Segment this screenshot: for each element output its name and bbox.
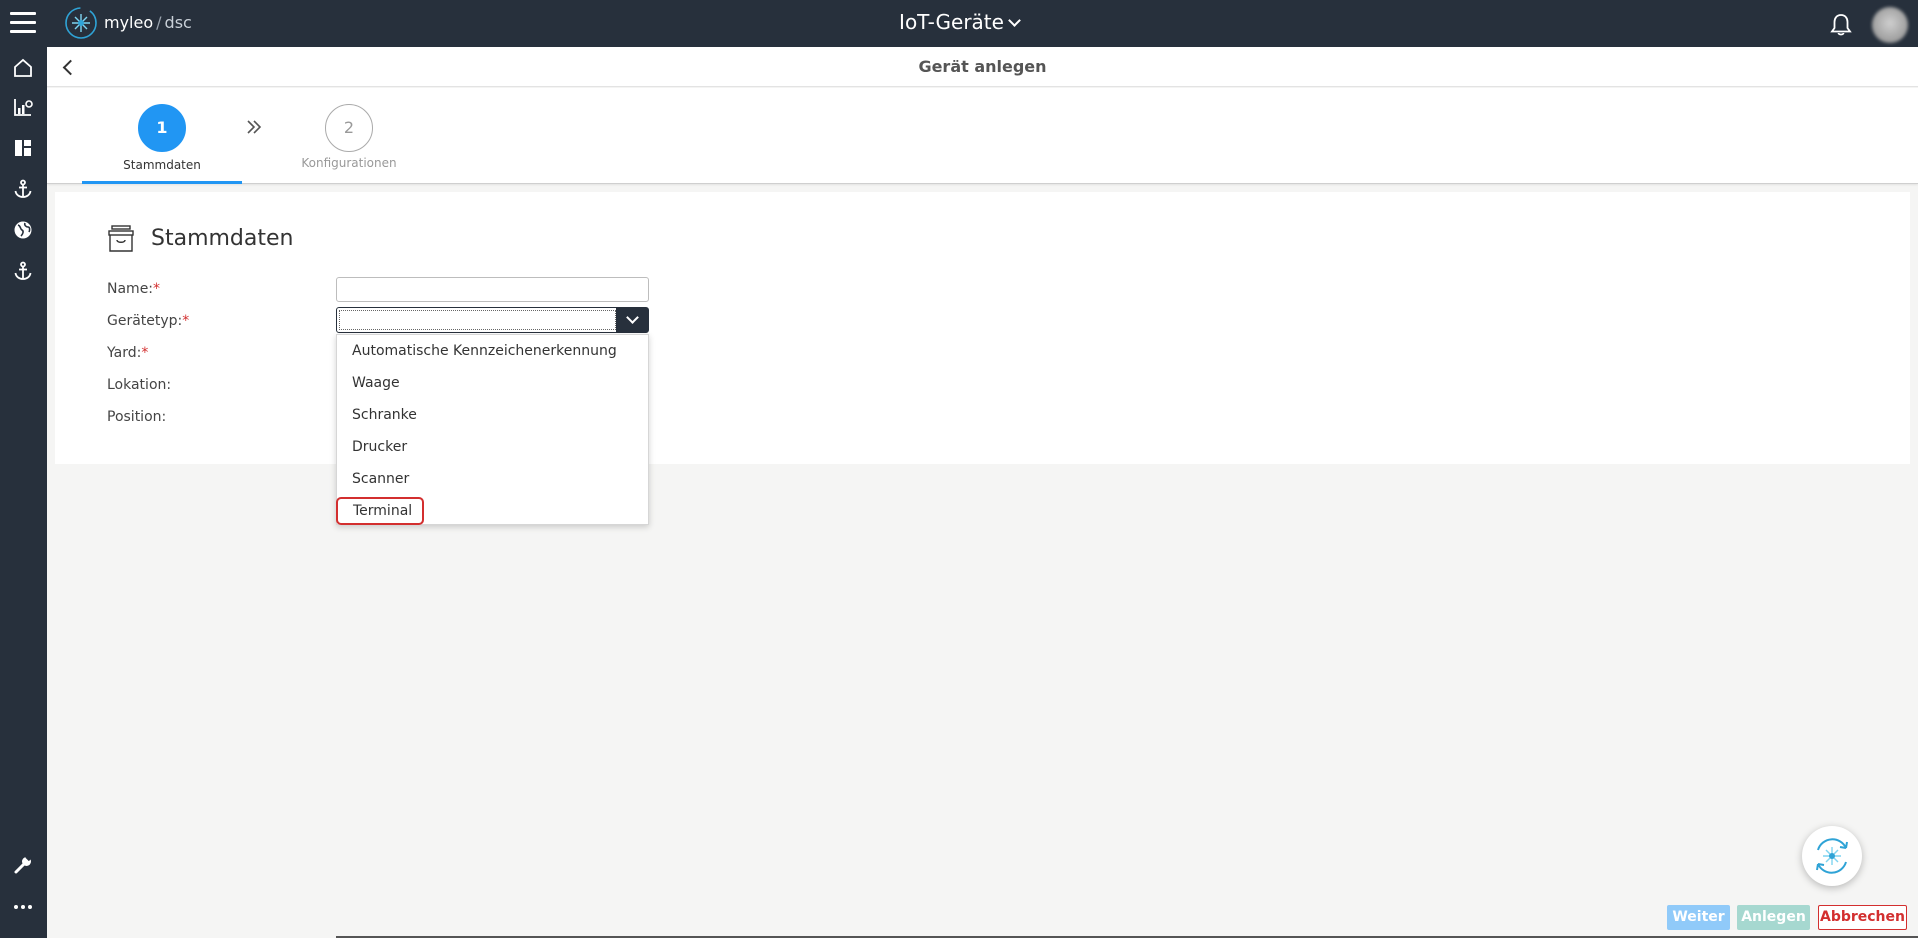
dashboard-icon	[15, 140, 31, 156]
section-title: Stammdaten	[151, 226, 294, 251]
dropdown-option[interactable]: Scanner	[337, 465, 648, 493]
dropdown-option[interactable]: Drucker	[337, 433, 648, 461]
globe-icon	[14, 221, 32, 239]
anchor-icon	[14, 179, 32, 198]
sidebar-item-dashboard[interactable]	[8, 133, 38, 163]
weiter-button[interactable]: Weiter	[1667, 905, 1730, 930]
more-icon	[14, 905, 32, 909]
yard-label: Yard:*	[107, 345, 149, 361]
assistant-fab[interactable]	[1802, 826, 1862, 886]
double-chevron-right-icon	[247, 120, 262, 134]
sidebar-item-home[interactable]	[8, 53, 38, 83]
avatar[interactable]	[1872, 7, 1908, 43]
sidebar-item-anchor[interactable]	[8, 174, 38, 204]
sidebar-item-more[interactable]	[8, 892, 38, 922]
step-number: 2	[325, 104, 373, 152]
geraetetyp-label: Gerätetyp:*	[107, 313, 190, 329]
dropdown-option-terminal[interactable]: Terminal	[336, 497, 424, 525]
app-title: IoT-Geräte	[899, 10, 1004, 34]
chevron-down-icon	[1008, 14, 1021, 27]
sidebar	[0, 47, 47, 938]
anlegen-button[interactable]: Anlegen	[1737, 905, 1810, 930]
sidebar-item-globe[interactable]	[8, 215, 38, 245]
geraetetyp-dropdown: Automatische Kennzeichenerkennung Waage …	[336, 334, 649, 525]
dropdown-option[interactable]: Schranke	[337, 401, 648, 429]
geraetetyp-value[interactable]	[339, 310, 616, 330]
page-header: Gerät anlegen	[47, 47, 1918, 87]
lokation-label: Lokation:	[107, 377, 172, 393]
step-label: Konfigurationen	[301, 156, 397, 170]
stepper: 1 Stammdaten 2 Konfigurationen	[47, 88, 1918, 184]
top-bar: myleo / dsc IoT-Geräte	[0, 0, 1918, 47]
step-label: Stammdaten	[123, 158, 201, 172]
wrench-icon	[14, 854, 32, 874]
home-icon	[14, 58, 32, 77]
sidebar-item-anchor-2[interactable]	[8, 256, 38, 286]
chevron-down-icon[interactable]	[616, 308, 648, 332]
logo-refresh-icon	[1816, 838, 1848, 874]
dropdown-option[interactable]: Automatische Kennzeichenerkennung	[337, 337, 648, 365]
step-number: 1	[138, 104, 186, 152]
step-konfigurationen[interactable]: 2 Konfigurationen	[269, 88, 429, 184]
position-label: Position:	[107, 409, 167, 425]
name-label: Name:*	[107, 281, 161, 297]
anchor-icon	[14, 261, 32, 280]
abbrechen-button[interactable]: Abbrechen	[1818, 905, 1907, 930]
sidebar-item-chart[interactable]	[8, 92, 38, 122]
chart-icon	[14, 99, 33, 116]
stammdaten-card: Stammdaten Name:* Gerätetyp:* Yard:* Lok…	[55, 192, 1910, 464]
page-title: Gerät anlegen	[918, 57, 1047, 76]
name-input[interactable]	[336, 277, 649, 302]
dropdown-option[interactable]: Waage	[337, 369, 648, 397]
sidebar-item-settings[interactable]	[8, 850, 38, 880]
app-switcher[interactable]: IoT-Geräte	[0, 10, 1918, 34]
archive-box-icon	[108, 225, 134, 252]
bell-icon[interactable]	[1828, 12, 1854, 38]
step-stammdaten[interactable]: 1 Stammdaten	[82, 88, 242, 184]
geraetetyp-select[interactable]	[336, 307, 649, 333]
